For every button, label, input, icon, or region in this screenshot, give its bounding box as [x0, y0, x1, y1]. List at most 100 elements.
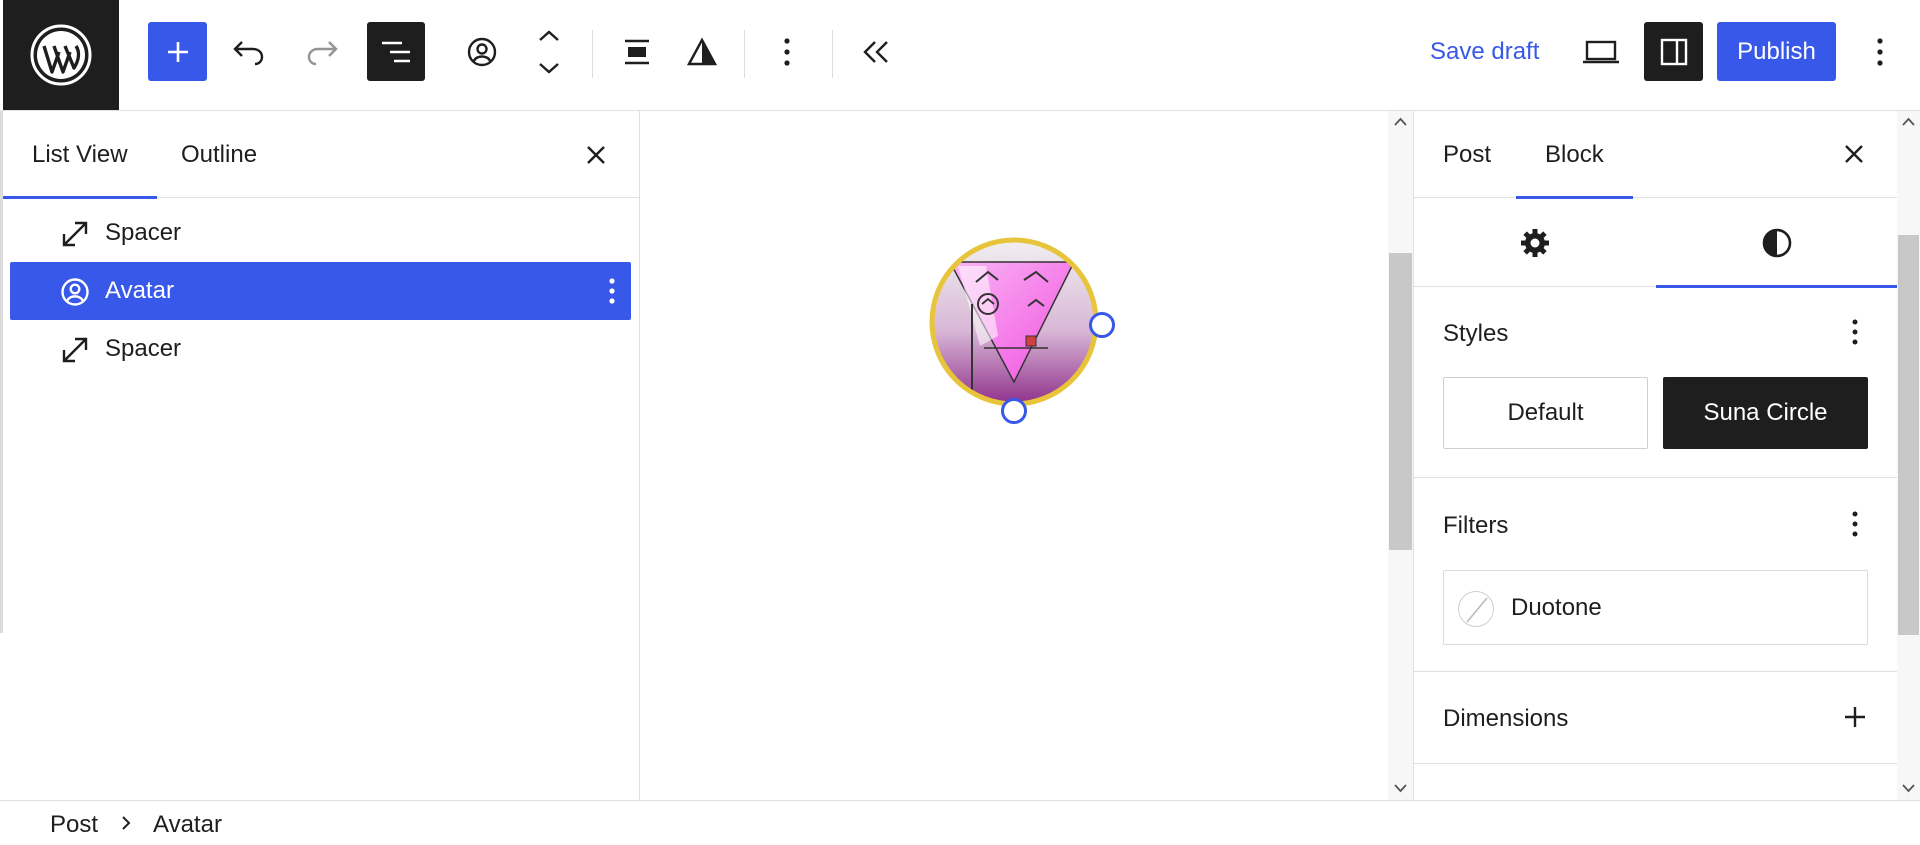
document-overview-button[interactable] — [367, 22, 425, 81]
undo-button[interactable] — [228, 32, 268, 72]
duotone-label: Duotone — [1511, 593, 1602, 621]
resize-icon — [62, 221, 88, 247]
list-item-label: Avatar — [105, 277, 174, 304]
filters-options-button[interactable] — [1840, 509, 1870, 539]
align-center-icon — [625, 39, 649, 65]
list-view-panel: List View Outline Spacer Avatar Spacer — [0, 111, 640, 800]
redo-icon — [307, 41, 338, 66]
preview-button[interactable] — [1580, 32, 1622, 72]
block-inspector-tabs — [1414, 198, 1897, 288]
scroll-up-icon — [1902, 117, 1915, 126]
move-up-down-icon — [539, 30, 559, 74]
options-icon — [1877, 38, 1883, 66]
styles-contrast-icon — [1762, 228, 1792, 257]
duotone-control[interactable]: Duotone — [1443, 570, 1868, 645]
more-vertical-icon[interactable] — [597, 276, 627, 306]
avatar-block[interactable] — [928, 236, 1115, 424]
close-icon — [1845, 145, 1863, 163]
save-draft-button[interactable]: Save draft — [1430, 38, 1539, 66]
add-block-button[interactable] — [148, 22, 207, 81]
editor-top-toolbar: Save draft Publish — [0, 0, 1920, 111]
scroll-up-icon — [1394, 117, 1407, 126]
more-vertical-icon — [1852, 511, 1858, 537]
options-menu-button[interactable] — [1862, 32, 1898, 72]
avatar-block-icon — [467, 37, 497, 67]
filters-title: Filters — [1443, 512, 1509, 539]
tab-label: List View — [32, 140, 128, 168]
duotone-filter-icon — [687, 37, 717, 66]
duotone-filter-button[interactable] — [682, 32, 722, 72]
style-default-button[interactable]: Default — [1443, 377, 1648, 449]
breadcrumb-item-avatar[interactable]: Avatar — [153, 811, 222, 839]
tab-label: Post — [1443, 140, 1492, 168]
toolbar-divider — [592, 30, 593, 78]
styles-title: Styles — [1443, 320, 1509, 347]
undo-icon — [233, 41, 264, 66]
list-item-label: Spacer — [105, 219, 182, 246]
plus-icon — [167, 41, 188, 62]
resize-icon — [62, 337, 88, 363]
redo-button[interactable] — [303, 32, 343, 72]
list-view-tabs: List View Outline — [0, 111, 639, 199]
duotone-swatch — [1458, 591, 1494, 627]
list-item-label: Spacer — [105, 335, 182, 362]
tab-post[interactable]: Post — [1414, 111, 1520, 198]
breadcrumb: Post Avatar — [0, 800, 1920, 845]
toolbar-divider — [744, 30, 745, 78]
next-section-partial — [1414, 764, 1897, 800]
settings-sidebar-toggle[interactable] — [1644, 22, 1703, 81]
tab-block[interactable]: Block — [1516, 111, 1633, 199]
tab-styles[interactable] — [1656, 198, 1897, 288]
filters-section: Filters Duotone — [1414, 478, 1897, 672]
settings-sidebar-icon — [1660, 38, 1687, 65]
settings-gear-icon — [1521, 228, 1549, 257]
list-item-avatar[interactable]: Avatar — [10, 262, 631, 320]
wordpress-logo-button[interactable] — [3, 0, 119, 110]
avatar-image — [929, 237, 1099, 407]
close-list-view-button[interactable] — [580, 139, 612, 171]
scroll-down-icon — [1902, 784, 1915, 793]
resize-handle-right[interactable] — [1089, 312, 1115, 338]
no-color-icon — [1466, 597, 1488, 623]
settings-sidebar: Post Block Styles Default Suna Circle Fi… — [1413, 111, 1897, 800]
resize-handle-bottom[interactable] — [1001, 398, 1027, 424]
align-button[interactable] — [617, 32, 657, 72]
plus-icon — [1845, 707, 1865, 727]
tab-settings[interactable] — [1414, 198, 1656, 287]
collapse-icon — [863, 41, 888, 63]
document-overview-icon — [382, 41, 410, 62]
breadcrumb-item-post[interactable]: Post — [50, 811, 98, 839]
styles-section: Styles Default Suna Circle — [1414, 287, 1897, 478]
tab-list-view[interactable]: List View — [3, 111, 157, 199]
wordpress-icon — [30, 24, 92, 86]
tab-label: Block — [1545, 140, 1604, 168]
tab-label: Outline — [181, 140, 258, 168]
close-settings-button[interactable] — [1839, 139, 1869, 169]
styles-options-button[interactable] — [1840, 317, 1870, 347]
add-dimension-button[interactable] — [1840, 702, 1870, 732]
scroll-down-icon — [1394, 784, 1407, 793]
tab-outline[interactable]: Outline — [152, 111, 286, 198]
block-type-avatar-button[interactable] — [462, 32, 502, 72]
move-block-button[interactable] — [532, 28, 566, 76]
dimensions-section[interactable]: Dimensions — [1414, 672, 1897, 764]
canvas-scroll-thumb[interactable] — [1389, 253, 1412, 550]
style-suna-circle-button[interactable]: Suna Circle — [1663, 377, 1868, 449]
list-item-spacer[interactable]: Spacer — [10, 204, 631, 262]
list-item-spacer[interactable]: Spacer — [10, 320, 631, 378]
avatar-icon — [61, 278, 89, 306]
chevron-right-icon — [122, 816, 131, 830]
publish-button[interactable]: Publish — [1717, 22, 1836, 81]
dimensions-title: Dimensions — [1443, 705, 1569, 732]
block-options-button[interactable] — [769, 32, 805, 72]
more-vertical-icon — [1852, 319, 1858, 345]
desktop-preview-icon — [1583, 40, 1619, 64]
more-vertical-icon — [784, 38, 790, 66]
settings-tabs: Post Block — [1414, 111, 1897, 199]
style-variations: Default Suna Circle — [1443, 377, 1868, 449]
editor-canvas — [640, 111, 1413, 800]
collapse-toolbar-button[interactable] — [856, 32, 896, 72]
toolbar-divider — [832, 30, 833, 78]
sidebar-scroll-thumb[interactable] — [1898, 235, 1919, 635]
close-icon — [587, 146, 605, 164]
